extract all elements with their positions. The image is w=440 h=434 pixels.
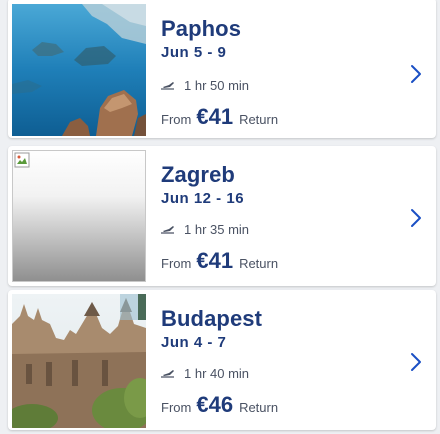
destination-info: Paphos Jun 5 - 9 1 hr 50 min From €41 Re… [161,0,391,138]
chevron-right-icon[interactable] [410,64,422,84]
destination-info: Budapest Jun 4 - 7 1 hr 40 min From €46 … [161,290,391,430]
from-label: From [161,400,192,415]
destination-city: Budapest [161,306,263,331]
travel-dates: Jun 5 - 9 [161,44,227,61]
trip-type: Return [239,112,279,127]
chevron-right-icon[interactable] [410,352,422,372]
travel-dates: Jun 12 - 16 [161,190,245,207]
plane-icon [161,369,174,378]
flight-duration-text: 1 hr 50 min [184,78,250,93]
plane-icon [161,225,174,234]
destination-card-paphos[interactable]: Paphos Jun 5 - 9 1 hr 50 min From €41 Re… [8,0,436,138]
travel-dates: Jun 4 - 7 [161,334,227,351]
from-label: From [161,112,192,127]
destination-city: Zagreb [161,162,235,187]
destination-photo [12,150,146,282]
trip-type: Return [239,256,279,271]
flight-duration: 1 hr 40 min [161,366,249,381]
price-value: €41 [196,248,234,273]
price-line: From €46 Return [161,392,278,418]
trip-type: Return [239,400,279,415]
destination-photo [12,294,146,428]
destination-list: Paphos Jun 5 - 9 1 hr 50 min From €41 Re… [0,0,440,434]
flight-duration-text: 1 hr 40 min [184,366,250,381]
from-label: From [161,256,192,271]
destination-city: Paphos [161,16,242,41]
flight-duration: 1 hr 50 min [161,78,249,93]
destination-photo [12,4,146,136]
destination-card-budapest[interactable]: Budapest Jun 4 - 7 1 hr 40 min From €46 … [8,290,436,430]
price-value: €46 [196,392,234,417]
plane-icon [161,81,174,90]
chevron-right-icon[interactable] [410,208,422,228]
flight-duration: 1 hr 35 min [161,222,249,237]
price-line: From €41 Return [161,248,278,274]
destination-info: Zagreb Jun 12 - 16 1 hr 35 min From €41 … [161,146,391,286]
flight-duration-text: 1 hr 35 min [184,222,250,237]
destination-card-zagreb[interactable]: Zagreb Jun 12 - 16 1 hr 35 min From €41 … [8,146,436,286]
price-line: From €41 Return [161,104,278,130]
broken-image-icon [14,152,30,168]
price-value: €41 [196,104,234,129]
